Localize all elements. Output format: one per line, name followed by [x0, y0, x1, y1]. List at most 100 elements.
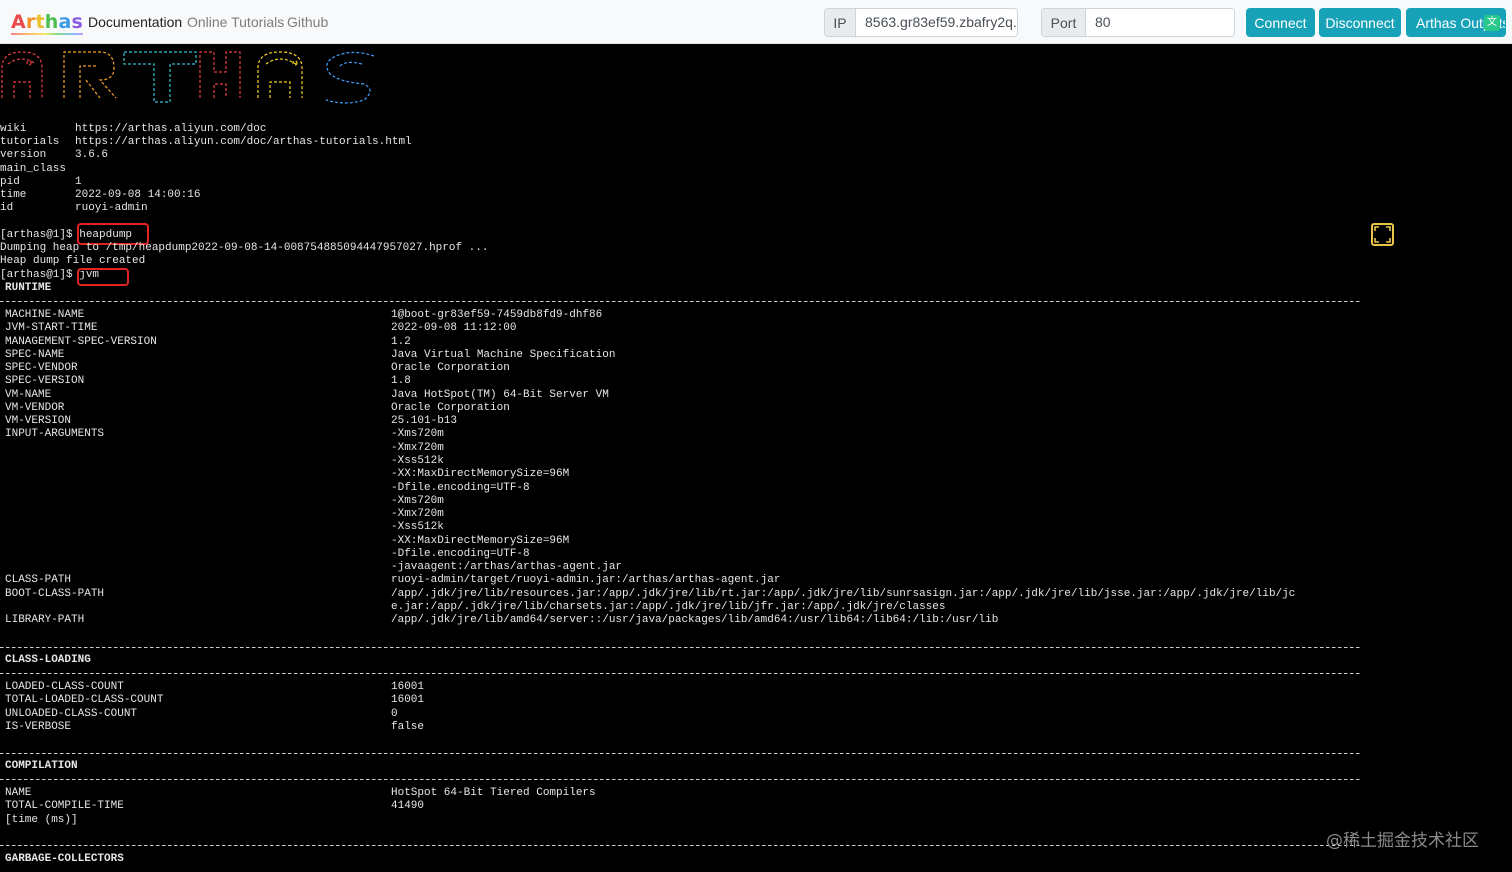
- info-key: wiki: [0, 123, 27, 135]
- translate-icon[interactable]: 文: [1484, 15, 1500, 31]
- row-key: VM-VERSION: [5, 415, 72, 428]
- row-value: 1@boot-gr83ef59-7459db8fd9-dhf86: [391, 309, 603, 321]
- ip-input-group: IP 8563.gr83ef59.zbafry2q.: [824, 8, 1018, 37]
- navbar: Arthas Documentation Online Tutorials Gi…: [0, 0, 1512, 44]
- row-key: IS-VERBOSE: [5, 720, 72, 733]
- section-title-runtime: RUNTIME: [5, 282, 52, 294]
- info-key: pid: [0, 175, 20, 188]
- row-value: 1.8: [391, 375, 411, 388]
- row-value: 1.2: [391, 335, 411, 348]
- arthas-ascii-logo: [1, 51, 375, 104]
- row-value: e.jar:/app/.jdk/jre/lib/charsets.jar:/ap…: [391, 600, 946, 613]
- row-key: VM-VENDOR: [5, 401, 65, 414]
- row-value: 41490: [391, 800, 425, 813]
- row-value: Java HotSpot(TM) 64-Bit Server VM: [391, 388, 609, 401]
- arthas-logo[interactable]: Arthas: [11, 9, 84, 35]
- brand-letter: a: [58, 11, 72, 33]
- info-key: time: [0, 189, 27, 201]
- row-key: CLASS-PATH: [5, 574, 72, 587]
- row-value: 16001: [391, 694, 425, 707]
- row-key: TOTAL-LOADED-CLASS-COUNT: [5, 694, 164, 707]
- row-value: -Xms720m: [391, 428, 444, 441]
- row-key: LIBRARY-PATH: [5, 614, 85, 627]
- heapdump-output-line2: Heap dump file created: [0, 255, 146, 267]
- ascii-letter-t: [123, 51, 197, 103]
- divider: [0, 301, 1360, 302]
- terminal[interactable]: wiki https://arthas.aliyun.com/doc tutoria…: [0, 44, 1512, 872]
- disconnect-button[interactable]: Disconnect: [1319, 8, 1401, 37]
- ascii-letter-a2: [257, 51, 303, 98]
- row-value: -XX:MaxDirectMemorySize=96M: [391, 468, 570, 481]
- row-value: -XX:MaxDirectMemorySize=96M: [391, 534, 570, 547]
- heapdump-output-line1: Dumping heap to /tmp/heapdump2022-09-08-…: [0, 242, 489, 254]
- info-value: ruoyi-admin: [75, 202, 148, 215]
- divider: [0, 753, 1360, 754]
- arthas-outputs-button[interactable]: Arthas Outputs 文: [1406, 8, 1506, 37]
- brand-underline: [11, 33, 84, 35]
- row-value: 0: [391, 707, 398, 720]
- row-value: /app/.jdk/jre/lib/amd64/server::/usr/jav…: [391, 614, 999, 627]
- row-value: -Xms720m: [391, 494, 444, 507]
- divider: [0, 647, 1360, 648]
- info-value: 3.6.6: [75, 149, 109, 162]
- row-key: BOOT-CLASS-PATH: [5, 587, 105, 600]
- connect-button[interactable]: Connect: [1246, 8, 1315, 37]
- info-key: id: [0, 202, 14, 215]
- row-key: SPEC-NAME: [5, 348, 65, 361]
- row-value: -Dfile.encoding=UTF-8: [391, 481, 530, 494]
- row-key: NAME: [5, 787, 32, 799]
- port-input[interactable]: 80: [1086, 9, 1234, 36]
- brand-letter: A: [11, 11, 26, 33]
- row-value: 25.101-b13: [391, 415, 458, 428]
- section-title-class-loading: CLASS-LOADING: [5, 654, 91, 666]
- row-value: -Xss512k: [391, 521, 444, 534]
- row-key: JVM-START-TIME: [5, 322, 98, 335]
- row-key: TOTAL-COMPILE-TIME: [5, 800, 124, 813]
- row-key: LOADED-CLASS-COUNT: [5, 681, 124, 693]
- ascii-letter-h: [199, 51, 241, 98]
- watermark: @稀土掘金技术社区: [1326, 831, 1479, 851]
- nav-github[interactable]: Github: [287, 14, 328, 31]
- highlight-jvm: [77, 268, 129, 286]
- divider: [0, 779, 1360, 780]
- prompt-text: [arthas@1]$: [0, 229, 80, 241]
- info-value: https://arthas.aliyun.com/doc/arthas-tut…: [75, 136, 412, 149]
- row-value: -Xmx720m: [391, 441, 444, 454]
- ascii-letter-s: [325, 51, 375, 104]
- expand-icon: [1374, 226, 1391, 243]
- ascii-letter-a: [1, 51, 43, 98]
- divider: [0, 845, 1360, 846]
- fullscreen-icon[interactable]: [1371, 223, 1394, 246]
- divider: [0, 673, 1360, 674]
- row-value: HotSpot 64-Bit Tiered Compilers: [391, 787, 596, 799]
- row-value: -Dfile.encoding=UTF-8: [391, 547, 530, 560]
- ip-label: IP: [825, 9, 856, 36]
- row-key: MACHINE-NAME: [5, 309, 85, 321]
- port-input-group: Port 80: [1041, 8, 1235, 37]
- info-value: https://arthas.aliyun.com/doc: [75, 123, 267, 135]
- brand-letter: s: [71, 11, 84, 33]
- row-value: Oracle Corporation: [391, 362, 510, 375]
- row-value: ruoyi-admin/target/ruoyi-admin.jar:/arth…: [391, 574, 781, 587]
- nav-documentation[interactable]: Documentation: [88, 14, 182, 31]
- row-key: [time (ms)]: [5, 813, 78, 826]
- row-key: INPUT-ARGUMENTS: [5, 428, 105, 441]
- section-title-compilation: COMPILATION: [5, 760, 78, 772]
- row-key: SPEC-VERSION: [5, 375, 85, 388]
- row-value: -Xmx720m: [391, 508, 444, 521]
- info-value: 2022-09-08 14:00:16: [75, 189, 201, 201]
- row-key: VM-NAME: [5, 388, 52, 401]
- info-key: version: [0, 149, 47, 162]
- row-value: Java Virtual Machine Specification: [391, 348, 616, 361]
- brand-letter: r: [25, 11, 36, 33]
- port-label: Port: [1042, 9, 1086, 36]
- prompt-text: [arthas@1]$: [0, 269, 80, 281]
- row-key: MANAGEMENT-SPEC-VERSION: [5, 335, 157, 348]
- nav-online-tutorials[interactable]: Online Tutorials: [187, 14, 284, 31]
- info-key: main_class: [0, 162, 67, 175]
- section-title-garbage-collectors: GARBAGE-COLLECTORS: [5, 853, 124, 865]
- brand-letter: h: [44, 11, 59, 33]
- row-value: /app/.jdk/jre/lib/resources.jar:/app/.jd…: [391, 587, 1296, 600]
- info-key: tutorials: [0, 136, 60, 149]
- ip-input[interactable]: 8563.gr83ef59.zbafry2q.: [856, 9, 1017, 36]
